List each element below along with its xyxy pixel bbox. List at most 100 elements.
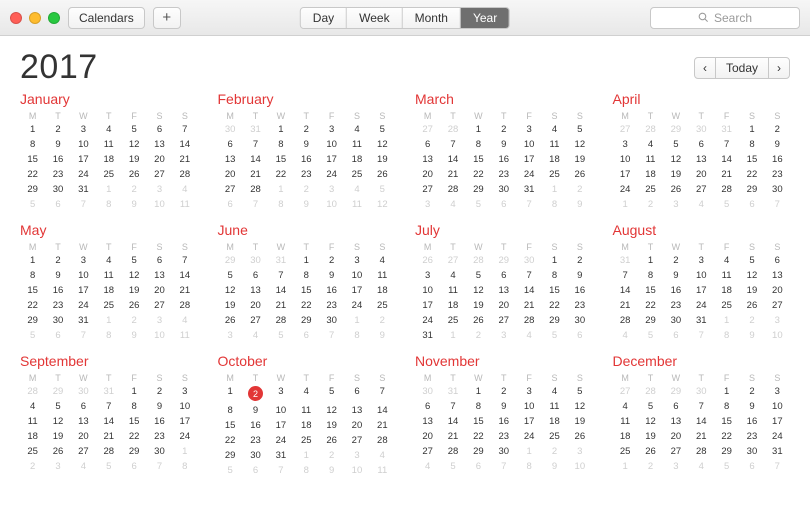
day-cell[interactable]: 12 xyxy=(663,152,688,167)
day-cell[interactable]: 10 xyxy=(319,137,344,152)
day-cell[interactable]: 15 xyxy=(121,414,146,429)
day-cell[interactable]: 16 xyxy=(491,414,516,429)
day-cell[interactable]: 27 xyxy=(663,444,688,459)
day-cell[interactable]: 24 xyxy=(268,433,293,448)
day-cell[interactable]: 7 xyxy=(243,137,268,152)
day-cell[interactable]: 3 xyxy=(516,122,541,137)
day-cell[interactable]: 31 xyxy=(689,313,714,328)
day-cell[interactable]: 5 xyxy=(739,253,764,268)
day-cell[interactable]: 19 xyxy=(638,429,663,444)
fullscreen-icon[interactable] xyxy=(48,12,60,24)
day-cell[interactable]: 21 xyxy=(96,429,121,444)
day-cell[interactable]: 4 xyxy=(638,137,663,152)
day-cell[interactable]: 27 xyxy=(765,298,790,313)
day-cell[interactable]: 26 xyxy=(121,167,146,182)
day-cell[interactable]: 19 xyxy=(319,418,344,433)
day-cell[interactable]: 28 xyxy=(689,444,714,459)
day-cell[interactable]: 9 xyxy=(765,137,790,152)
day-cell[interactable]: 16 xyxy=(663,283,688,298)
day-cell[interactable]: 2 xyxy=(294,122,319,137)
day-cell[interactable]: 14 xyxy=(172,137,197,152)
day-cell[interactable]: 13 xyxy=(147,268,172,283)
day-cell[interactable]: 17 xyxy=(613,167,638,182)
day-cell[interactable]: 18 xyxy=(20,429,45,444)
day-cell[interactable]: 20 xyxy=(147,283,172,298)
day-cell[interactable]: 9 xyxy=(739,399,764,414)
day-cell[interactable]: 16 xyxy=(319,283,344,298)
day-cell[interactable]: 8 xyxy=(121,399,146,414)
day-cell[interactable]: 11 xyxy=(370,268,395,283)
day-cell[interactable]: 29 xyxy=(218,448,243,463)
day-cell[interactable]: 7 xyxy=(689,399,714,414)
day-cell[interactable]: 20 xyxy=(218,167,243,182)
day-cell[interactable]: 11 xyxy=(638,152,663,167)
day-cell[interactable]: 12 xyxy=(370,137,395,152)
day-cell[interactable]: 25 xyxy=(440,313,465,328)
day-cell[interactable]: 21 xyxy=(516,298,541,313)
day-cell[interactable]: 23 xyxy=(739,429,764,444)
day-cell[interactable]: 14 xyxy=(440,152,465,167)
day-cell[interactable]: 22 xyxy=(739,167,764,182)
day-cell[interactable]: 2 xyxy=(45,122,70,137)
day-cell[interactable]: 20 xyxy=(765,283,790,298)
day-cell[interactable]: 2 xyxy=(739,384,764,399)
day-cell[interactable]: 5 xyxy=(45,399,70,414)
day-cell[interactable]: 13 xyxy=(689,152,714,167)
day-cell[interactable]: 9 xyxy=(663,268,688,283)
day-cell[interactable]: 18 xyxy=(370,283,395,298)
prev-button[interactable]: ‹ xyxy=(694,57,716,79)
day-cell[interactable]: 15 xyxy=(542,283,567,298)
day-cell[interactable]: 30 xyxy=(663,313,688,328)
day-cell[interactable]: 10 xyxy=(71,137,96,152)
day-cell[interactable]: 13 xyxy=(71,414,96,429)
day-cell[interactable]: 20 xyxy=(71,429,96,444)
day-cell[interactable]: 1 xyxy=(466,384,491,399)
day-cell[interactable]: 13 xyxy=(765,268,790,283)
day-cell[interactable]: 20 xyxy=(415,429,440,444)
day-cell[interactable]: 12 xyxy=(567,137,592,152)
day-cell[interactable]: 12 xyxy=(739,268,764,283)
day-cell[interactable]: 26 xyxy=(567,429,592,444)
day-cell[interactable]: 11 xyxy=(344,137,369,152)
day-cell[interactable]: 31 xyxy=(765,444,790,459)
day-cell[interactable]: 12 xyxy=(45,414,70,429)
day-cell[interactable]: 31 xyxy=(516,182,541,197)
day-cell[interactable]: 19 xyxy=(466,298,491,313)
day-cell[interactable]: 23 xyxy=(663,298,688,313)
day-cell[interactable]: 14 xyxy=(516,283,541,298)
day-cell[interactable]: 28 xyxy=(370,433,395,448)
day-cell[interactable]: 31 xyxy=(71,313,96,328)
day-cell[interactable]: 30 xyxy=(491,444,516,459)
day-cell[interactable]: 20 xyxy=(689,167,714,182)
day-cell[interactable]: 2 xyxy=(765,122,790,137)
day-cell[interactable]: 23 xyxy=(319,298,344,313)
day-cell[interactable]: 2 xyxy=(491,122,516,137)
day-cell[interactable]: 25 xyxy=(96,167,121,182)
day-cell[interactable]: 5 xyxy=(663,137,688,152)
day-cell[interactable]: 8 xyxy=(268,137,293,152)
day-cell[interactable]: 25 xyxy=(638,182,663,197)
day-cell[interactable]: 24 xyxy=(516,429,541,444)
day-cell[interactable]: 9 xyxy=(294,137,319,152)
day-cell[interactable]: 19 xyxy=(739,283,764,298)
day-cell[interactable]: 16 xyxy=(567,283,592,298)
day-cell[interactable]: 6 xyxy=(147,122,172,137)
day-cell[interactable]: 11 xyxy=(542,137,567,152)
day-cell[interactable]: 1 xyxy=(638,253,663,268)
day-cell[interactable]: 14 xyxy=(243,152,268,167)
day-cell[interactable]: 12 xyxy=(567,399,592,414)
day-cell[interactable]: 17 xyxy=(516,152,541,167)
day-cell[interactable]: 25 xyxy=(96,298,121,313)
day-cell[interactable]: 4 xyxy=(542,122,567,137)
day-cell[interactable]: 29 xyxy=(714,444,739,459)
day-cell[interactable]: 22 xyxy=(714,429,739,444)
day-cell[interactable]: 4 xyxy=(542,384,567,399)
day-cell[interactable]: 9 xyxy=(45,268,70,283)
day-cell[interactable]: 16 xyxy=(739,414,764,429)
day-cell[interactable]: 23 xyxy=(243,433,268,448)
day-cell[interactable]: 1 xyxy=(268,122,293,137)
day-cell[interactable]: 27 xyxy=(415,182,440,197)
day-cell[interactable]: 3 xyxy=(268,384,293,403)
day-cell[interactable]: 1 xyxy=(218,384,243,403)
day-cell[interactable]: 11 xyxy=(96,268,121,283)
